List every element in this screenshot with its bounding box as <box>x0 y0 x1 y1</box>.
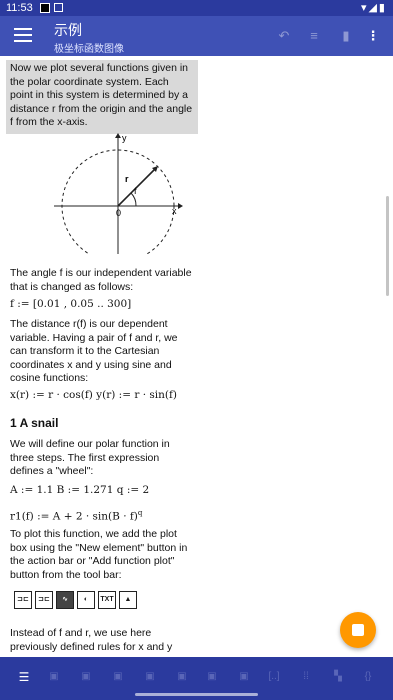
tool-4-icon: ◐ <box>77 591 95 609</box>
diagram-r-label: r <box>125 174 129 184</box>
more-options-icon[interactable]: ⋮ <box>365 28 381 44</box>
toolbar-icon-8[interactable]: ▣ <box>236 669 252 685</box>
tool-2-icon: ⊐⊏ <box>35 591 53 609</box>
toolbar-icon-10[interactable]: ⁞⁞ <box>298 669 314 685</box>
bottom-toolbar: ☰ ▣ ▣ ▣ ▣ ▣ ▣ ▣ [..] ⁞⁞ ▚ {} <box>0 657 393 700</box>
toolbar-icon-6[interactable]: ▣ <box>174 669 190 685</box>
toolbar-icon-12[interactable]: {} <box>360 669 376 685</box>
stop-button[interactable] <box>340 612 376 648</box>
diagram-origin-label: 0 <box>116 208 121 218</box>
diagram-x-label: x <box>172 206 177 216</box>
delete-icon[interactable]: ▮ <box>338 28 354 44</box>
undo-icon[interactable]: ↶ <box>276 28 292 44</box>
plot-description[interactable]: To plot this function, we add the plot b… <box>10 528 190 582</box>
r1-definition[interactable]: r1(f) := A + 2 · sin(B · f)q <box>10 509 142 523</box>
instead-description[interactable]: Instead of f and r, we use here previous… <box>10 627 190 654</box>
snail-description[interactable]: We will define our polar function in thr… <box>10 438 190 479</box>
notification-icon <box>40 3 50 13</box>
stop-icon <box>352 624 364 636</box>
status-time: 11:53 <box>6 2 33 14</box>
notification-icon-2 <box>54 3 63 12</box>
toolbar-icon-3[interactable]: ▣ <box>78 669 94 685</box>
menu-icon[interactable] <box>14 28 32 44</box>
image-tool-icon: ▲ <box>119 591 137 609</box>
intro-text[interactable]: Now we plot several functions given in t… <box>6 60 198 134</box>
xy-definition[interactable]: x(r) := r · cos(f) y(r) := r · sin(f) <box>10 389 177 401</box>
page-title: 示例 <box>54 22 82 38</box>
gesture-handle <box>135 693 258 696</box>
toolbar-icon-11[interactable]: ▚ <box>330 669 346 685</box>
text-tool-icon: TXT <box>98 591 116 609</box>
toolbar-list-icon[interactable]: ☰ <box>16 669 32 685</box>
toolbar-icon-5[interactable]: ▣ <box>142 669 158 685</box>
r1-expression: r1(f) := A + 2 · sin(B · f) <box>10 510 138 523</box>
diagram-y-label: y <box>122 133 127 143</box>
app-bar: 示例 极坐标函数图像 ↶ ≡ ▮ ⋮ <box>0 16 393 56</box>
angle-description[interactable]: The angle f is our independent variable … <box>10 267 205 294</box>
page-subtitle: 极坐标函数图像 <box>54 44 124 55</box>
distance-description[interactable]: The distance r(f) is our dependent varia… <box>10 318 195 386</box>
f-definition[interactable]: f := [0.01 , 0.05 .. 300] <box>10 298 131 310</box>
add-list-icon[interactable]: ≡ <box>306 28 322 44</box>
tool-1-icon: ⊐⊏ <box>14 591 32 609</box>
toolbar-icon-9[interactable]: [..] <box>266 669 282 685</box>
section-heading-snail[interactable]: 1 A snail <box>10 416 58 430</box>
polar-coordinates-diagram: y x 0 r f <box>54 133 183 254</box>
toolbar-icon-4[interactable]: ▣ <box>110 669 126 685</box>
toolbar-icon-7[interactable]: ▣ <box>204 669 220 685</box>
status-bar: 11:53 ▾◢▮ <box>0 0 393 16</box>
worksheet-content[interactable]: Now we plot several functions given in t… <box>0 56 393 657</box>
abq-definition[interactable]: A := 1.1 B := 1.271 q := 2 <box>10 484 149 496</box>
function-plot-icon: ∿ <box>56 591 74 609</box>
r1-exponent: q <box>137 509 143 517</box>
status-icons: ▾◢▮ <box>360 2 387 14</box>
scrollbar[interactable] <box>386 196 389 296</box>
toolbar-icon-2[interactable]: ▣ <box>46 669 62 685</box>
toolbar-illustration: ⊐⊏ ⊐⊏ ∿ ◐ TXT ▲ <box>14 588 140 609</box>
